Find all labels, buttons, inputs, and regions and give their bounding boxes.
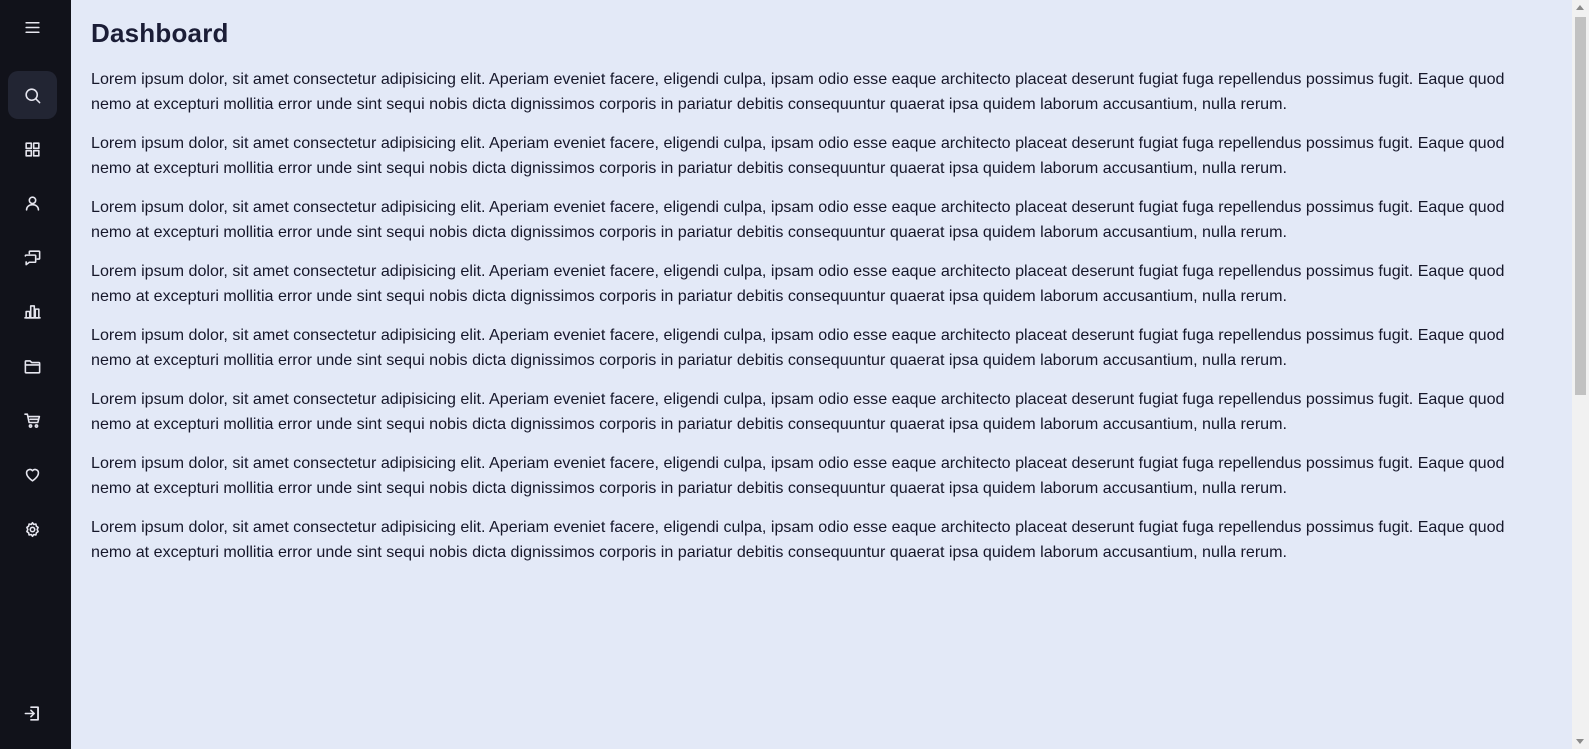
vertical-scrollbar[interactable] [1572,0,1589,749]
dashboard-grid-icon [25,141,40,157]
menu-toggle-button[interactable] [8,3,57,51]
content-paragraph: Lorem ipsum dolor, sit amet consectetur … [91,198,1505,241]
gear-icon [26,521,39,537]
content-paragraph: Lorem ipsum dolor, sit amet consectetur … [91,262,1505,305]
logout-icon [24,705,39,721]
sidebar-item-settings[interactable] [8,505,57,553]
folder-icon [24,359,41,374]
sidebar-item-cart[interactable] [8,396,57,444]
content-paragraph: Lorem ipsum dolor, sit amet consectetur … [91,326,1505,369]
menu-icon [25,21,40,33]
content-paragraph: Lorem ipsum dolor, sit amet consectetur … [91,454,1505,497]
chat-icon [24,249,41,265]
main-content: Dashboard Lorem ipsum dolor, sit amet co… [71,0,1572,749]
sidebar-item-favorites[interactable] [8,450,57,498]
bar-chart-icon [24,304,41,319]
scroll-up-arrow-icon[interactable] [1576,5,1584,10]
sidebar-item-messages[interactable] [8,233,57,281]
scroll-down-arrow-icon[interactable] [1576,739,1584,744]
sidebar-item-search[interactable] [8,71,57,119]
heart-icon [25,468,40,482]
content-paragraph: Lorem ipsum dolor, sit amet consectetur … [91,70,1505,113]
search-icon [25,87,41,103]
sidebar [0,0,71,749]
user-icon [25,195,40,211]
sidebar-item-logout[interactable] [8,689,57,737]
sidebar-item-profile[interactable] [8,179,57,227]
cart-icon [24,412,41,428]
content-body: Lorem ipsum dolor, sit amet consectetur … [91,67,1532,579]
content-paragraph: Lorem ipsum dolor, sit amet consectetur … [91,134,1505,177]
sidebar-item-analytics[interactable] [8,287,57,335]
content-paragraph: Lorem ipsum dolor, sit amet consectetur … [91,390,1505,433]
scrollbar-thumb[interactable] [1575,17,1586,395]
page-title: Dashboard [91,18,229,48]
content-paragraph: Lorem ipsum dolor, sit amet consectetur … [91,518,1505,561]
app-window: Dashboard Lorem ipsum dolor, sit amet co… [0,0,1589,749]
sidebar-item-dashboard[interactable] [8,125,57,173]
sidebar-item-files[interactable] [8,342,57,390]
